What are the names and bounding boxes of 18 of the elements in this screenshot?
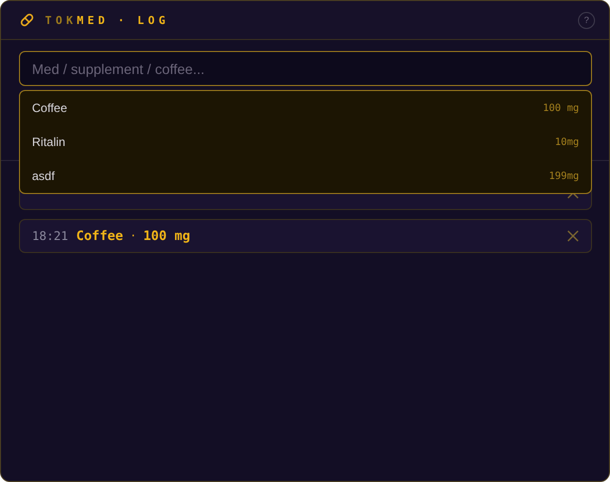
dose-label: 10mg [554, 136, 579, 148]
dose-label: 199mg [548, 170, 579, 182]
suggestion-item[interactable]: Coffee 100 mg [20, 91, 591, 125]
app-title: TOK [45, 14, 77, 26]
med-name: Ritalin [32, 135, 66, 149]
entry-dose: 100 mg [143, 228, 190, 244]
dose-label: 100 mg [542, 102, 579, 114]
suggestion-item[interactable]: asdf 199mg [20, 159, 591, 193]
search-field[interactable]: Med / supplement / coffee... [19, 51, 592, 86]
suggestion-item[interactable]: Ritalin 10mg [20, 125, 591, 159]
separator-dot: · [131, 228, 136, 244]
app-title: MED [76, 14, 109, 26]
app-title: · [118, 14, 128, 26]
entry-name: Coffee [76, 228, 124, 244]
med-name: Coffee [32, 101, 68, 115]
med-name: asdf [32, 169, 55, 183]
entry-time: 18:21 [32, 229, 68, 243]
app-title: LOG [137, 14, 170, 26]
